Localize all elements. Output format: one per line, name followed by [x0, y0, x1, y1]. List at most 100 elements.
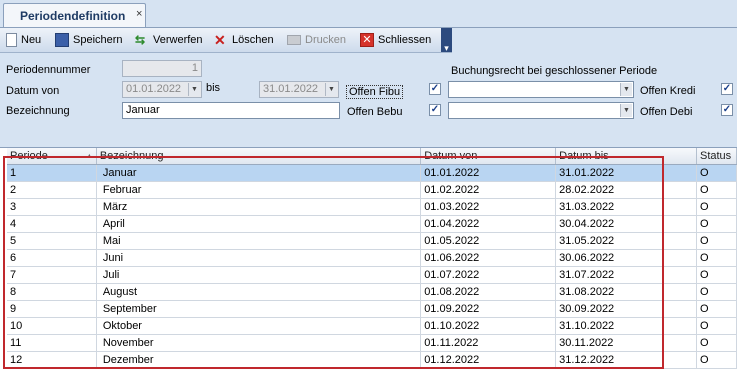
table-cell: Mai	[96, 232, 422, 250]
date-from-field[interactable]: 01.01.2022 ▼	[122, 81, 202, 98]
table-cell: 01.08.2022	[420, 283, 557, 301]
delete-button-label: Löschen	[232, 34, 274, 46]
period-number-field[interactable]: 1	[122, 60, 202, 77]
printer-icon	[287, 35, 301, 45]
table-cell: 01.09.2022	[420, 300, 557, 318]
column-header-datum-bis[interactable]: Datum bis	[555, 148, 697, 165]
save-disk-icon	[55, 33, 69, 47]
table-cell: 3	[7, 198, 97, 216]
print-button[interactable]: Drucken	[287, 31, 346, 49]
table-cell: November	[96, 334, 422, 352]
table-cell: 30.11.2022	[555, 334, 697, 352]
table-cell: 01.06.2022	[420, 249, 557, 267]
table-cell: 01.11.2022	[420, 334, 557, 352]
table-cell: O	[696, 198, 737, 216]
close-tab-icon[interactable]: ×	[136, 8, 142, 20]
offen-bebu-checkbox[interactable]: ✓	[429, 104, 441, 116]
table-cell: O	[696, 283, 737, 301]
new-button[interactable]: Neu	[6, 31, 41, 49]
table-cell: 9	[7, 300, 97, 318]
table-row[interactable]: 10 Oktober 01.10.2022 31.10.2022 O	[7, 317, 737, 335]
booking-rights-label: Buchungsrecht bei geschlossener Periode	[451, 65, 658, 77]
table-row[interactable]: 5 Mai 01.05.2022 31.05.2022 O	[7, 232, 737, 250]
table-row[interactable]: 6 Juni 01.06.2022 30.06.2022 O	[7, 249, 737, 267]
delete-x-icon: ✕	[214, 32, 226, 48]
table-cell: 31.12.2022	[555, 351, 697, 369]
table-cell: O	[696, 334, 737, 352]
offen-kredi-checkbox[interactable]: ✓	[721, 83, 733, 95]
table-cell: 01.01.2022	[420, 164, 557, 182]
table-cell: O	[696, 249, 737, 267]
offen-fibu-label: Offen Fibu	[346, 85, 404, 99]
column-header-bezeichnung[interactable]: Bezeichnung	[96, 148, 422, 165]
table-cell: O	[696, 317, 737, 335]
table-row[interactable]: 9 September 01.09.2022 30.09.2022 O	[7, 300, 737, 318]
table-cell: O	[696, 232, 737, 250]
column-header-label: Periode	[10, 150, 48, 162]
table-row[interactable]: 1 Januar 01.01.2022 31.01.2022 O	[7, 164, 737, 182]
table-cell: O	[696, 181, 737, 199]
table-cell: 28.02.2022	[555, 181, 697, 199]
close-button-label: Schliessen	[378, 34, 432, 46]
table-cell: O	[696, 300, 737, 318]
offen-debi-label: Offen Debi	[640, 106, 693, 118]
table-cell: April	[96, 215, 422, 233]
table-row[interactable]: 3 März 01.03.2022 31.03.2022 O	[7, 198, 737, 216]
table-cell: 11	[7, 334, 97, 352]
table-row[interactable]: 8 August 01.08.2022 31.08.2022 O	[7, 283, 737, 301]
date-to-field[interactable]: 31.01.2022 ▼	[259, 81, 339, 98]
toolbar-overflow-icon[interactable]: ▾	[441, 28, 452, 53]
table-cell: 01.10.2022	[420, 317, 557, 335]
tab-periodendefinition[interactable]: Periodendefinition ×	[3, 3, 146, 27]
table-cell: 01.05.2022	[420, 232, 557, 250]
print-button-label: Drucken	[305, 34, 346, 46]
table-row[interactable]: 4 April 01.04.2022 30.04.2022 O	[7, 215, 737, 233]
table-cell: 8	[7, 283, 97, 301]
chevron-down-icon[interactable]: ▼	[325, 83, 337, 96]
table-row[interactable]: 2 Februar 01.02.2022 28.02.2022 O	[7, 181, 737, 199]
date-from-value: 01.01.2022	[126, 83, 182, 95]
table-cell: August	[96, 283, 422, 301]
save-button[interactable]: Speichern	[55, 31, 123, 49]
description-label: Bezeichnung	[6, 105, 70, 117]
table-cell: O	[696, 351, 737, 369]
table-cell: 30.06.2022	[555, 249, 697, 267]
column-header-periode[interactable]: Periode ▲	[7, 148, 97, 165]
table-cell: 31.05.2022	[555, 232, 697, 250]
table-cell: 7	[7, 266, 97, 284]
column-header-status[interactable]: Status	[696, 148, 737, 165]
period-form: Periodennummer 1 Datum von 01.01.2022 ▼ …	[0, 53, 737, 143]
table-cell: 1	[7, 164, 97, 182]
close-button[interactable]: ✕ Schliessen	[360, 31, 431, 49]
tab-title: Periodendefinition	[20, 9, 126, 23]
table-cell: Februar	[96, 181, 422, 199]
table-row[interactable]: 12 Dezember 01.12.2022 31.12.2022 O	[7, 351, 737, 369]
table-row[interactable]: 7 Juli 01.07.2022 31.07.2022 O	[7, 266, 737, 284]
offen-debi-checkbox[interactable]: ✓	[721, 104, 733, 116]
offen-kredi-label: Offen Kredi	[640, 85, 696, 97]
table-row[interactable]: 11 November 01.11.2022 30.11.2022 O	[7, 334, 737, 352]
table-cell: März	[96, 198, 422, 216]
table-cell: 30.04.2022	[555, 215, 697, 233]
offen-fibu-checkbox[interactable]: ✓	[429, 83, 441, 95]
booking-rights-select-2[interactable]: ▼	[448, 102, 634, 119]
delete-button[interactable]: ✕ Löschen	[214, 31, 274, 49]
discard-arrows-icon: ⇆	[135, 33, 146, 47]
table-cell: 12	[7, 351, 97, 369]
booking-rights-select-1[interactable]: ▼	[448, 81, 634, 98]
chevron-down-icon[interactable]: ▼	[620, 104, 632, 117]
column-header-datum-von[interactable]: Datum von	[420, 148, 557, 165]
description-field[interactable]: Januar	[122, 102, 340, 119]
table-cell: 30.09.2022	[555, 300, 697, 318]
table-cell: O	[696, 164, 737, 182]
table-cell: 31.10.2022	[555, 317, 697, 335]
table-cell: 6	[7, 249, 97, 267]
discard-button[interactable]: ⇆ Verwerfen	[135, 31, 203, 49]
sort-ascending-icon: ▲	[85, 153, 93, 160]
table-header-row: Periode ▲ Bezeichnung Datum von Datum bis…	[7, 148, 737, 165]
chevron-down-icon[interactable]: ▼	[188, 83, 200, 96]
period-table: Periode ▲ Bezeichnung Datum von Datum bis…	[7, 148, 737, 369]
close-red-icon: ✕	[360, 33, 374, 47]
new-button-label: Neu	[21, 34, 42, 46]
chevron-down-icon[interactable]: ▼	[620, 83, 632, 96]
